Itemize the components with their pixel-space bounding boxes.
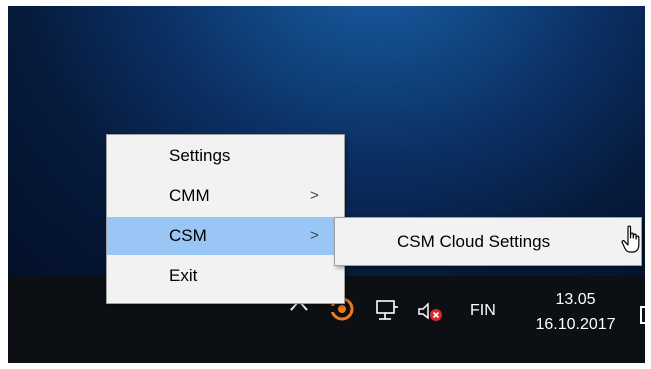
menu-item-settings[interactable]: Settings [107, 137, 344, 175]
volume-muted-icon[interactable] [417, 302, 443, 327]
menu-item-exit[interactable]: Exit [107, 257, 344, 295]
clock-date: 16.10.2017 [535, 316, 616, 333]
clock[interactable]: 13.05 16.10.2017 [528, 287, 623, 337]
chevron-right-icon: > [310, 227, 319, 244]
language-indicator[interactable]: FIN [470, 302, 496, 320]
menu-item-label: Exit [169, 266, 198, 285]
clock-time: 13.05 [555, 291, 596, 308]
menu-item-cmm[interactable]: CMM > [107, 177, 344, 215]
menu-item-label: CMM [169, 186, 210, 205]
menu-item-label: CSM Cloud Settings [397, 232, 551, 251]
notification-icon[interactable] [640, 306, 645, 324]
csm-submenu: CSM Cloud Settings [334, 217, 642, 266]
hand-cursor-icon [621, 225, 643, 260]
menu-item-label: CSM [169, 226, 207, 245]
menu-item-label: Settings [169, 146, 231, 165]
menu-item-csm[interactable]: CSM > [107, 217, 344, 255]
network-icon[interactable] [375, 299, 399, 326]
tray-context-menu: Settings CMM > CSM > Exit [106, 134, 345, 304]
chevron-right-icon: > [310, 187, 319, 204]
screenshot-frame: FIN 13.05 16.10.2017 Settings CMM > CSM … [8, 6, 645, 363]
